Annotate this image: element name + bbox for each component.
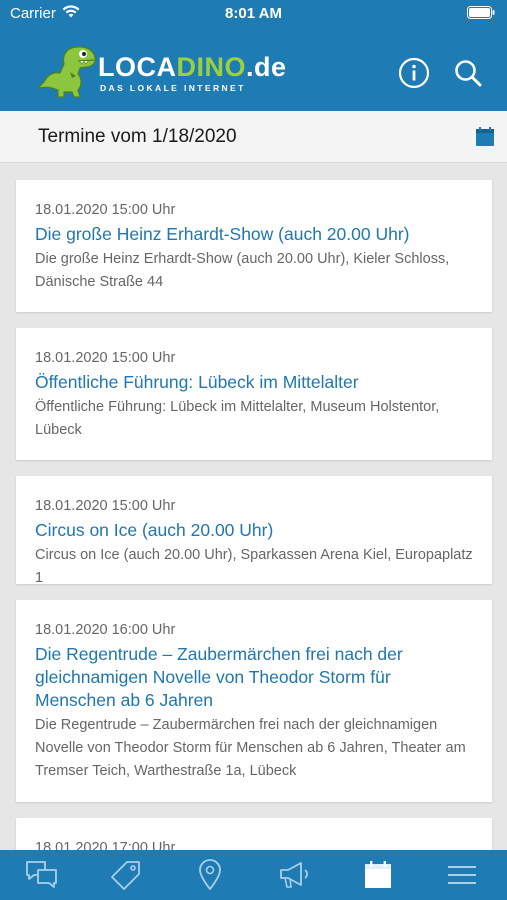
logo-text: LOCADINO.de DAS LOKALE INTERNET bbox=[98, 52, 287, 93]
event-date: 18.01.2020 17:00 Uhr bbox=[35, 840, 176, 850]
megaphone-icon bbox=[280, 862, 308, 888]
logo-part-dino: DINO bbox=[176, 52, 246, 82]
tab-offers[interactable] bbox=[84, 850, 168, 900]
event-title-link[interactable]: Circus on Ice (auch 20.00 Uhr) bbox=[35, 519, 474, 542]
logo-part-de: .de bbox=[246, 52, 287, 82]
logo-tagline: DAS LOKALE INTERNET bbox=[100, 83, 246, 93]
calendar-button[interactable] bbox=[475, 127, 495, 147]
event-card[interactable]: 18.01.2020 16:00 Uhr Die Regentrude – Za… bbox=[16, 600, 492, 802]
event-card[interactable]: 18.01.2020 15:00 Uhr Öffentliche Führung… bbox=[16, 328, 492, 460]
locadino-logo[interactable]: LOCADINO.de DAS LOKALE INTERNET bbox=[36, 42, 286, 102]
battery-icon bbox=[467, 6, 495, 23]
event-card[interactable]: 18.01.2020 15:00 Uhr Circus on Ice (auch… bbox=[16, 476, 492, 586]
event-title-link[interactable]: Öffentliche Führung: Lübeck im Mittelalt… bbox=[35, 371, 474, 394]
event-card[interactable]: 18.01.2020 15:00 Uhr Die große Heinz Erh… bbox=[16, 180, 492, 312]
bottom-tab-bar bbox=[0, 850, 507, 900]
logo-part-loca: LOCA bbox=[98, 52, 177, 82]
app-header: LOCADINO.de DAS LOKALE INTERNET bbox=[0, 28, 507, 111]
event-date: 18.01.2020 15:00 Uhr bbox=[35, 202, 176, 218]
status-time: 8:01 AM bbox=[225, 5, 282, 22]
tab-chat[interactable] bbox=[0, 850, 84, 900]
tab-news[interactable] bbox=[252, 850, 336, 900]
search-icon bbox=[455, 60, 482, 87]
event-list[interactable]: 18.01.2020 15:00 Uhr Die große Heinz Erh… bbox=[0, 164, 507, 850]
info-icon bbox=[398, 57, 430, 89]
chat-icon bbox=[26, 861, 57, 888]
location-pin-icon bbox=[199, 859, 221, 891]
event-card[interactable]: 18.01.2020 17:00 Uhr bbox=[16, 818, 492, 850]
tab-events[interactable] bbox=[336, 850, 420, 900]
logo-wordmark: LOCADINO.de bbox=[98, 52, 287, 82]
event-description: Die große Heinz Erhardt-Show (auch 20.00… bbox=[35, 251, 450, 290]
event-date: 18.01.2020 16:00 Uhr bbox=[35, 622, 176, 638]
event-description: Circus on Ice (auch 20.00 Uhr), Sparkass… bbox=[35, 547, 473, 586]
calendar-icon bbox=[365, 861, 391, 888]
tag-icon bbox=[111, 861, 140, 890]
event-date: 18.01.2020 15:00 Uhr bbox=[35, 350, 176, 366]
search-button[interactable] bbox=[451, 56, 485, 90]
event-title-link[interactable]: Die Regentrude – Zaubermärchen frei nach… bbox=[35, 643, 474, 712]
page-title: Termine vom 1/18/2020 bbox=[38, 126, 237, 147]
event-title-link[interactable]: Die große Heinz Erhardt-Show (auch 20.00… bbox=[35, 223, 474, 246]
event-date: 18.01.2020 15:00 Uhr bbox=[35, 498, 176, 514]
info-button[interactable] bbox=[397, 56, 431, 90]
tab-menu[interactable] bbox=[420, 850, 504, 900]
calendar-icon bbox=[476, 127, 494, 146]
dino-mascot-icon bbox=[36, 46, 96, 98]
event-description: Die Regentrude – Zaubermärchen frei nach… bbox=[35, 717, 466, 779]
date-subheader: Termine vom 1/18/2020 bbox=[0, 111, 507, 163]
status-bar: Carrier 8:01 AM bbox=[0, 0, 507, 28]
tab-places[interactable] bbox=[168, 850, 252, 900]
menu-icon bbox=[448, 866, 476, 884]
event-description: Öffentliche Führung: Lübeck im Mittelalt… bbox=[35, 399, 440, 438]
